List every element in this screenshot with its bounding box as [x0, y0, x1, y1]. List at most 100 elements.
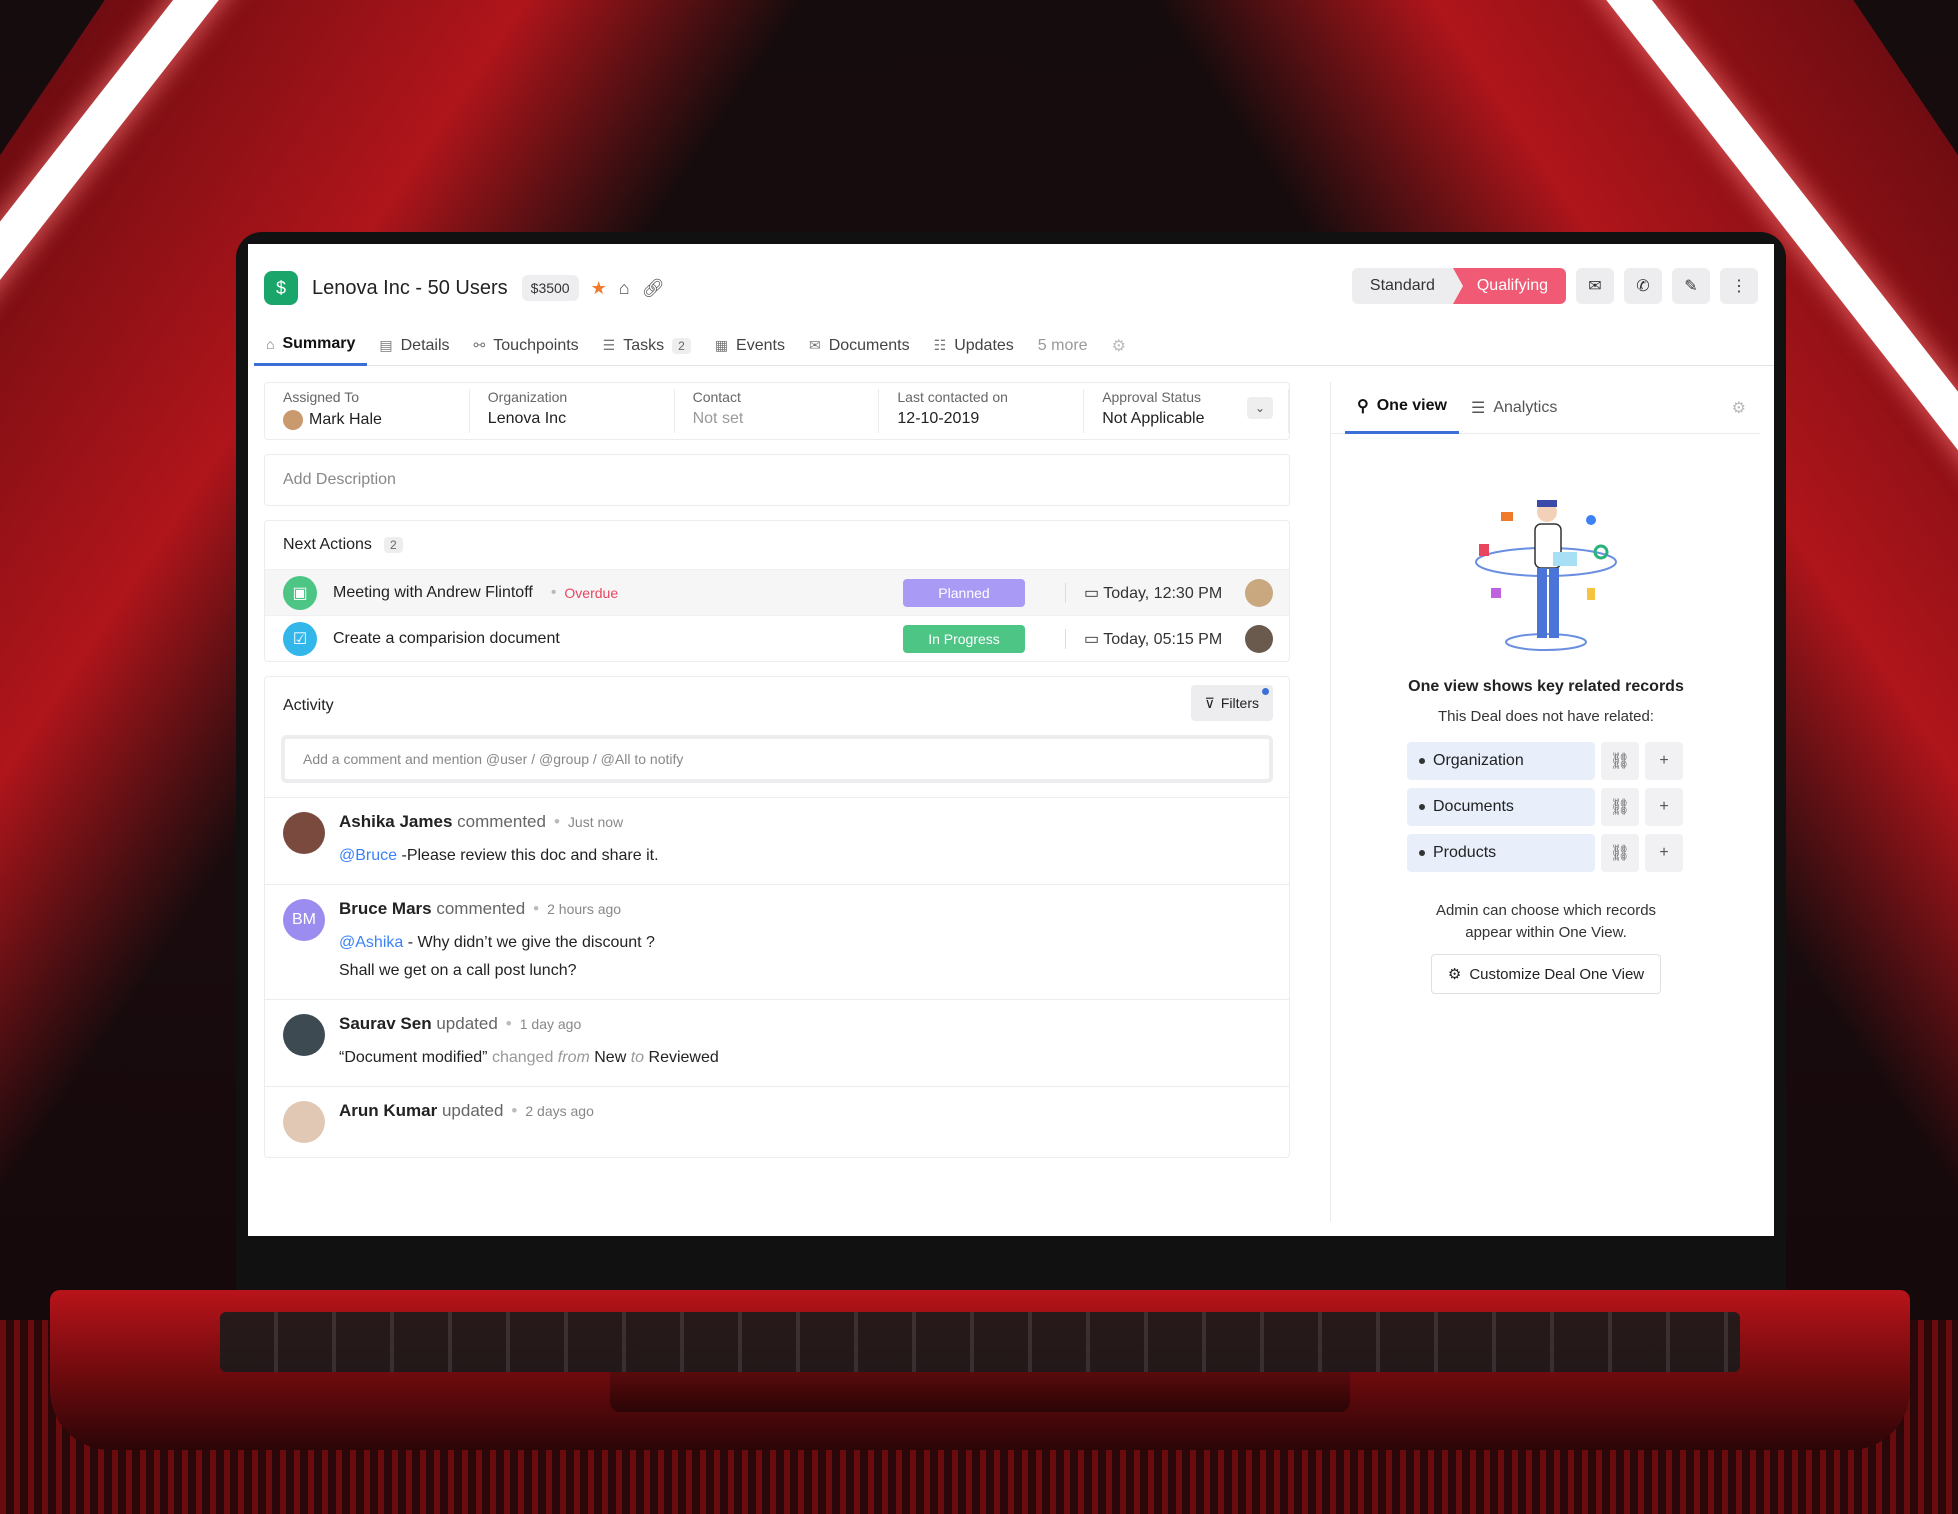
- plus-icon: +: [1659, 752, 1669, 769]
- field-assigned-to[interactable]: Assigned To Mark Hale: [265, 389, 470, 433]
- related-documents[interactable]: Documents: [1407, 788, 1595, 826]
- link-icon[interactable]: 🔗︎: [642, 278, 665, 299]
- avatar[interactable]: [283, 1014, 325, 1056]
- tab-label: Analytics: [1493, 398, 1558, 416]
- avatar[interactable]: [1245, 578, 1273, 607]
- mention-link[interactable]: @Bruce: [339, 847, 397, 864]
- tab-updates[interactable]: ☷ Updates: [922, 326, 1026, 366]
- star-icon[interactable]: ★: [591, 278, 607, 299]
- field-value: Mark Hale: [309, 411, 382, 428]
- deal-header: $ Lenova Inc - 50 Users $3500 ★ ⌂ 🔗︎ Sta…: [264, 268, 1758, 308]
- avatar: [283, 410, 303, 430]
- tab-tasks[interactable]: ☰ Tasks 2: [591, 326, 703, 366]
- more-button[interactable]: ⋮: [1720, 268, 1758, 304]
- next-actions-card: Next Actions 2 ▣ Meeting with Andrew Flin…: [264, 520, 1290, 662]
- activity-item: Arun Kumar updated • 2 days ago: [265, 1087, 1289, 1157]
- field-label: Last contacted on: [897, 389, 1008, 405]
- tab-label: Events: [736, 336, 785, 354]
- status-badge[interactable]: Planned: [903, 578, 1025, 607]
- user-name[interactable]: Bruce Mars: [339, 899, 432, 918]
- new-value: Reviewed: [648, 1049, 719, 1066]
- tab-label: One view: [1376, 397, 1447, 414]
- tab-one-view[interactable]: ⚲ One view: [1345, 382, 1459, 434]
- list-icon: ▤: [379, 337, 393, 353]
- main-column: Assigned To Mark Hale Organization Lenova …: [264, 382, 1290, 1172]
- activity-feed: Ashika James commented • Just now @Bruce -…: [265, 797, 1289, 1157]
- description-field[interactable]: Add Description: [264, 454, 1290, 506]
- mail-icon: ✉: [1588, 278, 1602, 295]
- field-organization[interactable]: Organization Lenova Inc: [470, 389, 675, 433]
- filters-button[interactable]: ⊽ Filters: [1190, 685, 1273, 721]
- tag-icon[interactable]: ⌂: [619, 278, 630, 299]
- list-item[interactable]: ▣ Meeting with Andrew Flintoff • Overdue…: [265, 569, 1289, 615]
- link-button[interactable]: ⛓: [1601, 742, 1639, 780]
- tab-events[interactable]: ▦ Events: [703, 326, 797, 366]
- user-name[interactable]: Saurav Sen: [339, 1014, 432, 1033]
- stage-standard[interactable]: Standard: [1351, 268, 1453, 304]
- stage-qualifying[interactable]: Qualifying: [1452, 268, 1566, 304]
- gear-icon: ⚙: [1111, 337, 1126, 355]
- mention-link[interactable]: @Ashika: [339, 934, 403, 951]
- call-button[interactable]: ✆: [1624, 268, 1662, 304]
- due-time-text: Today, 05:15 PM: [1103, 630, 1223, 648]
- header-actions: Standard Qualifying ✉ ✆ ✎ ⋮: [1351, 268, 1758, 304]
- list-item[interactable]: ☑ Create a comparision document In Progr…: [265, 615, 1289, 661]
- section-title: Activity: [283, 697, 334, 714]
- link-icon: ⛓: [1609, 799, 1631, 816]
- link-button[interactable]: ⛓: [1601, 788, 1639, 826]
- avatar[interactable]: BM: [283, 899, 325, 941]
- app-screen: $ Lenova Inc - 50 Users $3500 ★ ⌂ 🔗︎ Sta…: [248, 244, 1774, 1236]
- tab-details[interactable]: ▤ Details: [367, 326, 461, 366]
- field-contact[interactable]: Contact Not set: [675, 389, 880, 433]
- tab-touchpoints[interactable]: ⚯ Touchpoints: [462, 326, 591, 366]
- calendar-icon: ▣: [283, 575, 317, 610]
- field-last-contacted[interactable]: Last contacted on 12-10-2019: [879, 389, 1085, 433]
- timestamp: 2 hours ago: [547, 901, 622, 917]
- user-name[interactable]: Arun Kumar: [339, 1101, 437, 1120]
- add-button[interactable]: +: [1645, 834, 1683, 872]
- avatar[interactable]: [1245, 624, 1273, 653]
- tab-label: Documents: [828, 336, 910, 354]
- customize-one-view-button[interactable]: ⚙ Customize Deal One View: [1431, 954, 1661, 994]
- related-products[interactable]: Products: [1407, 834, 1595, 872]
- stage-selector[interactable]: Standard Qualifying: [1351, 268, 1566, 304]
- related-label: Organization: [1433, 752, 1524, 769]
- count-badge: 2: [383, 537, 403, 553]
- mail-icon: ✉: [808, 337, 821, 353]
- status-badge[interactable]: In Progress: [903, 624, 1025, 653]
- avatar[interactable]: [283, 812, 325, 854]
- section-title: Next Actions: [283, 536, 372, 553]
- avatar[interactable]: [283, 1101, 325, 1143]
- tab-label: Updates: [954, 336, 1014, 354]
- activity-verb: commented: [436, 899, 526, 918]
- record-tabs: ⌂ Summary ▤ Details ⚯ Touchpoints ☰ Tasks 2 ▦…: [254, 326, 1774, 366]
- network-icon: ⚯: [473, 337, 486, 353]
- comment-input[interactable]: Add a comment and mention @user / @group…: [281, 735, 1273, 783]
- calendar-icon: ▭: [1084, 584, 1104, 602]
- comment-text: -Please review this doc and share it.: [401, 847, 659, 864]
- from-word: from: [557, 1049, 590, 1066]
- separator-dot: •: [505, 1014, 512, 1033]
- tab-more[interactable]: 5 more: [1026, 326, 1100, 366]
- due-time: ▭ Today, 12:30 PM: [1065, 582, 1222, 603]
- tab-summary[interactable]: ⌂ Summary: [254, 326, 368, 366]
- field-label: Contact: [692, 389, 741, 405]
- filters-label: Filters: [1220, 695, 1259, 711]
- separator-dot: •: [550, 583, 557, 601]
- edit-button[interactable]: ✎: [1672, 268, 1710, 304]
- email-button[interactable]: ✉: [1576, 268, 1614, 304]
- gear-icon[interactable]: ⚙: [1732, 398, 1746, 418]
- tab-documents[interactable]: ✉ Documents: [797, 326, 922, 366]
- link-button[interactable]: ⛓: [1601, 834, 1639, 872]
- tab-analytics[interactable]: ☰ Analytics: [1459, 382, 1569, 434]
- add-button[interactable]: +: [1645, 788, 1683, 826]
- add-button[interactable]: +: [1645, 742, 1683, 780]
- pencil-icon: ✎: [1684, 278, 1698, 295]
- change-word: changed: [491, 1049, 554, 1066]
- tabs-settings-button[interactable]: ⚙: [1100, 326, 1138, 366]
- user-name[interactable]: Ashika James: [339, 812, 452, 831]
- chevron-down-icon[interactable]: ⌄: [1247, 397, 1273, 419]
- activity-item: BM Bruce Mars commented • 2 hours ago @Ash…: [265, 885, 1289, 1000]
- related-organization[interactable]: Organization: [1407, 742, 1595, 780]
- activity-item: Saurav Sen updated • 1 day ago “Document m…: [265, 1000, 1289, 1087]
